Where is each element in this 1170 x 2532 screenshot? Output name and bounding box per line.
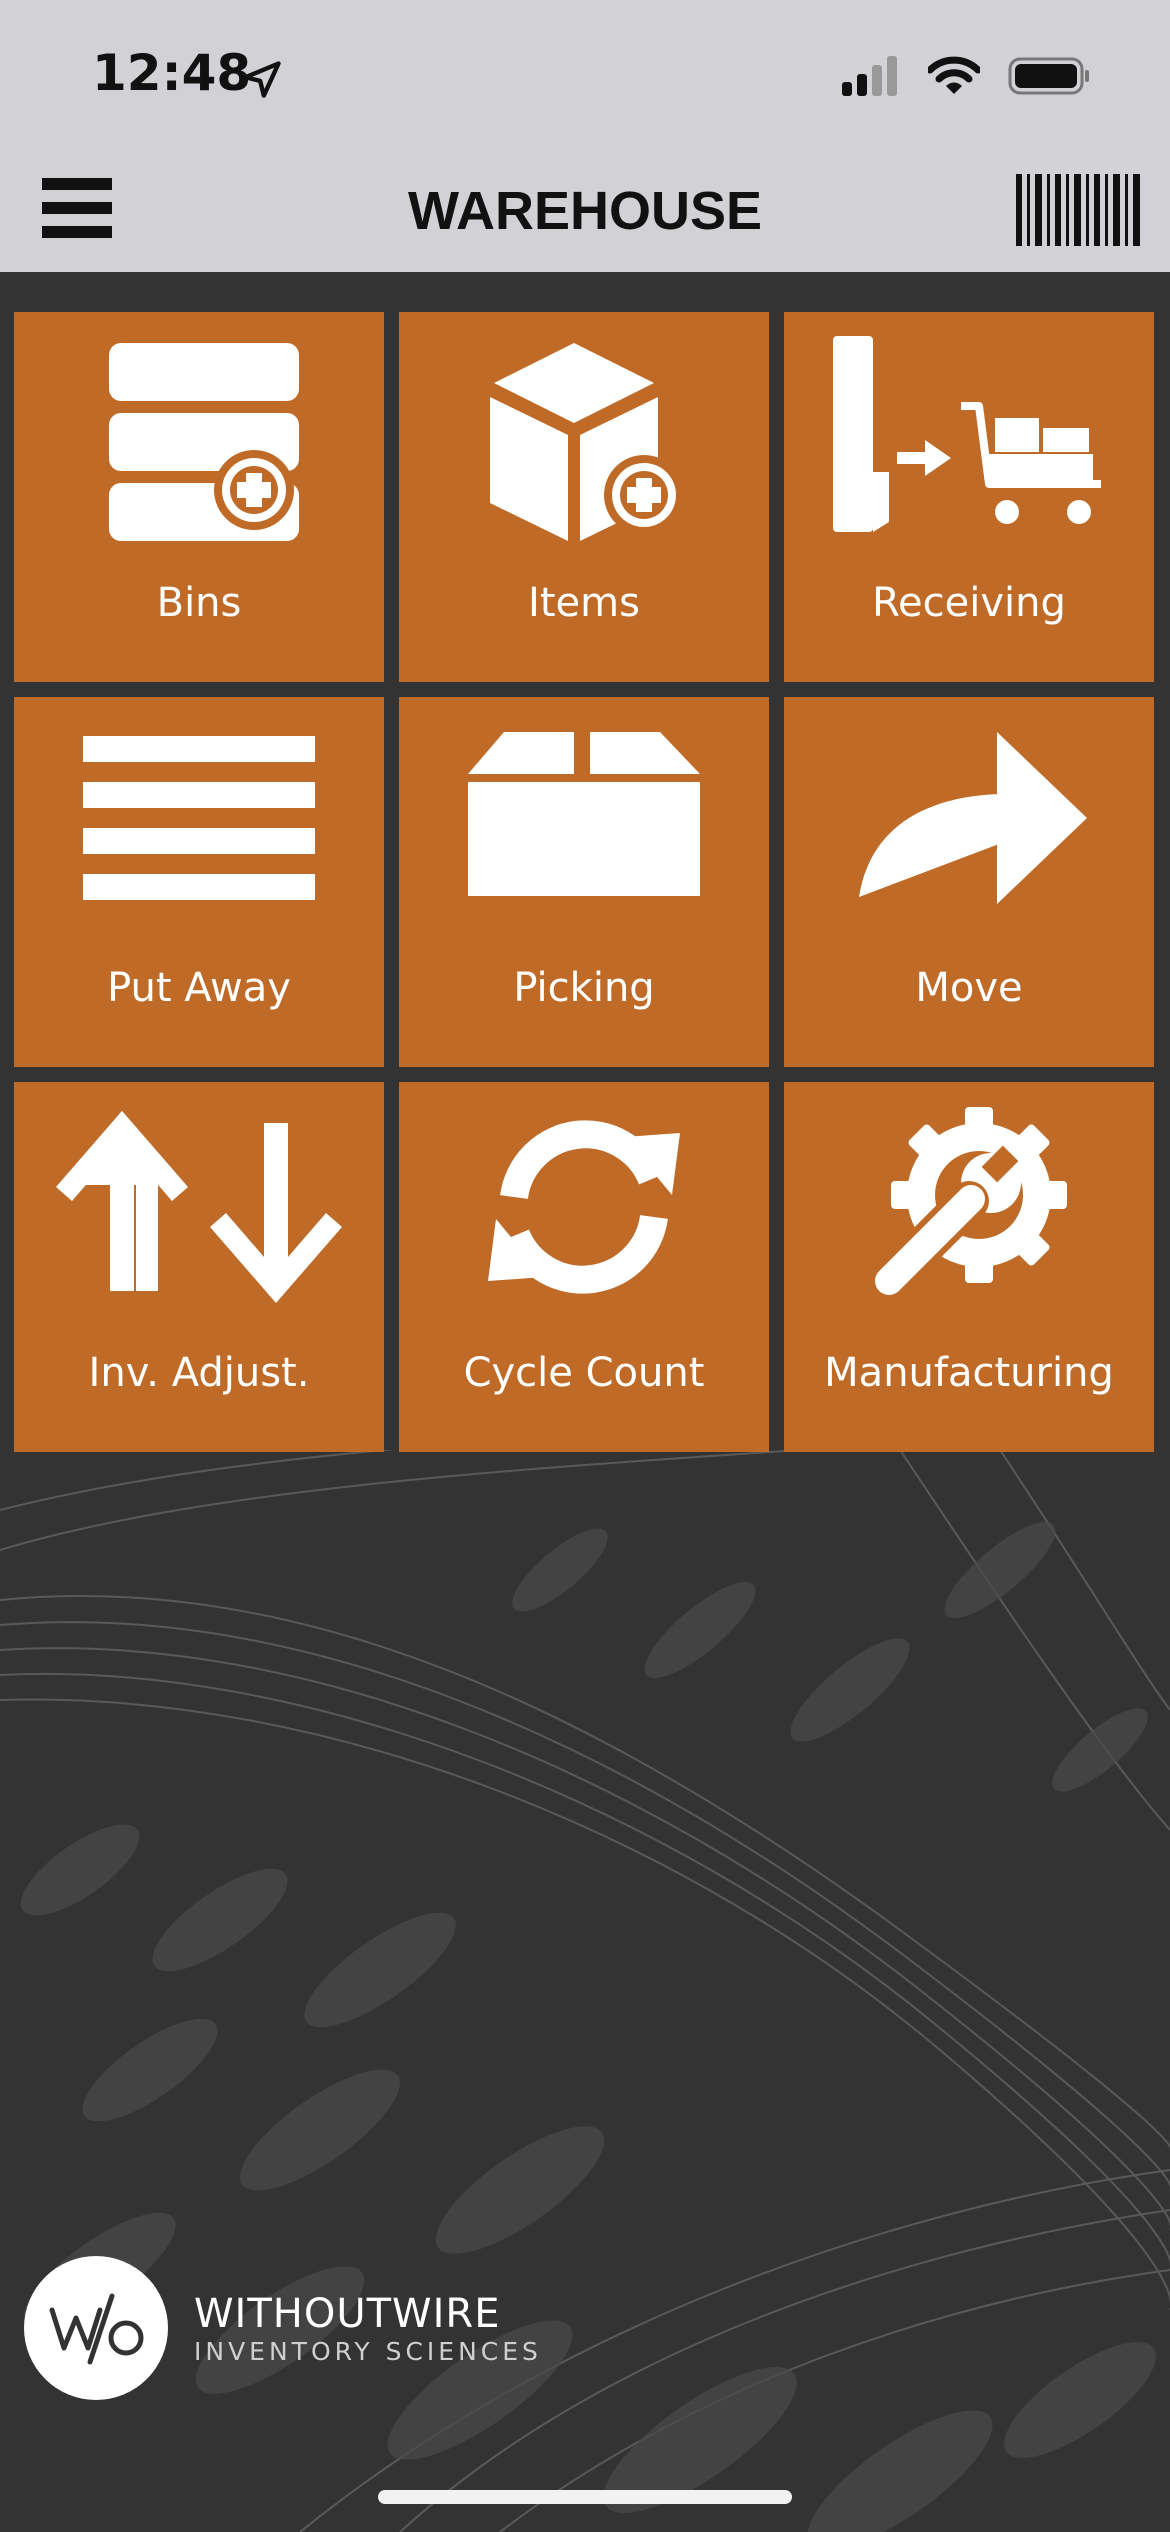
tile-label: Manufacturing: [824, 1350, 1114, 1396]
tile-picking[interactable]: Picking: [399, 697, 769, 1067]
menu-grid: Bins Items Receiving Put Away Picking Mo…: [14, 312, 1154, 1452]
nav-bar: WAREHOUSE: [0, 150, 1170, 272]
tile-put-away[interactable]: Put Away: [14, 697, 384, 1067]
tile-label: Move: [915, 965, 1023, 1011]
tile-label: Put Away: [107, 965, 291, 1011]
battery-icon: [1008, 57, 1089, 95]
tile-receiving[interactable]: Receiving: [784, 312, 1154, 682]
tile-label: Receiving: [872, 580, 1066, 626]
curved-arrow-icon: [859, 732, 1087, 904]
tile-inv-adjust[interactable]: Inv. Adjust.: [14, 1082, 384, 1452]
barcode-icon: [1016, 174, 1140, 246]
cellular-signal-icon: [842, 56, 897, 96]
tile-label: Picking: [513, 965, 655, 1011]
refresh-cycle-icon: [488, 1120, 680, 1294]
wifi-icon: [928, 56, 980, 94]
location-arrow-icon: [243, 61, 281, 98]
gear-wrench-icon: [867, 1107, 1067, 1303]
page-title: WAREHOUSE: [407, 181, 763, 241]
tile-label: Items: [528, 580, 640, 626]
logo-name: WITHOUTWIRE: [194, 2290, 501, 2337]
tile-label: Inv. Adjust.: [88, 1350, 310, 1396]
logo-mark: [24, 2256, 168, 2400]
up-down-arrows-icon: [56, 1111, 342, 1303]
company-logo: WITHOUTWIRE INVENTORY SCIENCES: [24, 2256, 542, 2400]
tile-cycle-count[interactable]: Cycle Count: [399, 1082, 769, 1452]
tile-bins[interactable]: Bins: [14, 312, 384, 682]
dock-cart-icon: [833, 336, 1101, 532]
home-indicator: [378, 2490, 792, 2504]
tile-items[interactable]: Items: [399, 312, 769, 682]
list-lines-icon: [83, 736, 315, 900]
withoutwire-logo-icon: [49, 2293, 144, 2365]
box-add-icon: [490, 343, 684, 541]
tile-move[interactable]: Move: [784, 697, 1154, 1067]
tile-manufacturing[interactable]: Manufacturing: [784, 1082, 1154, 1452]
bins-add-icon: [109, 343, 299, 541]
status-time: 12:48: [92, 44, 252, 102]
status-icons: [842, 56, 1090, 96]
status-bar: 12:48: [0, 0, 1170, 150]
logo-subtitle: INVENTORY SCIENCES: [194, 2336, 542, 2366]
tile-label: Bins: [156, 580, 242, 626]
tile-label: Cycle Count: [463, 1350, 705, 1396]
open-box-icon: [468, 732, 700, 896]
barcode-scan-button[interactable]: [1016, 174, 1140, 246]
